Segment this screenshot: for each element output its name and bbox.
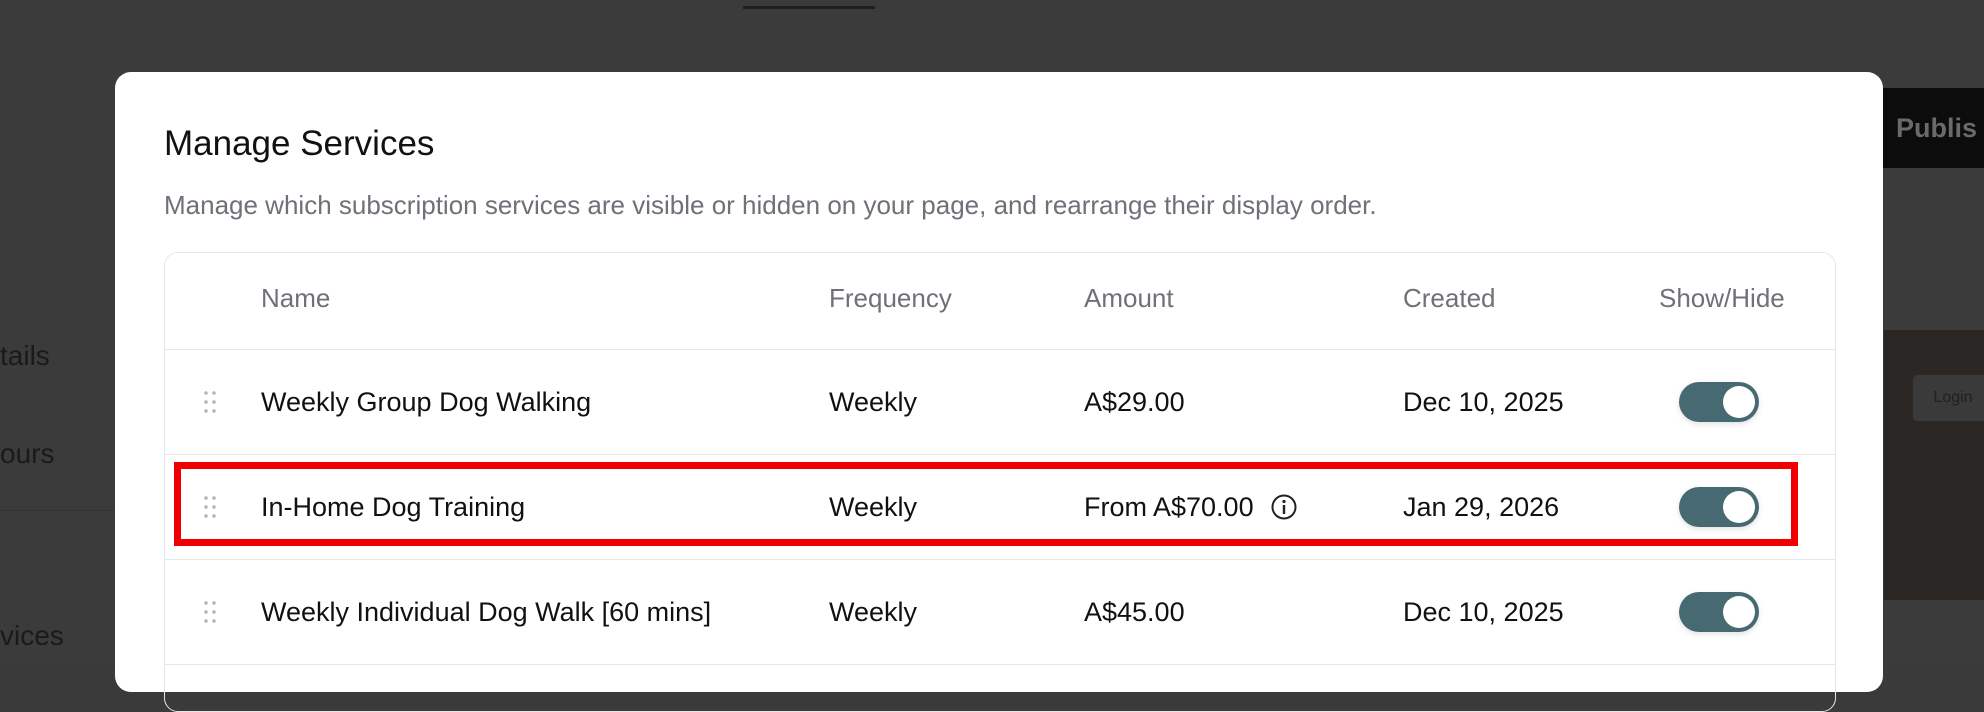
- visibility-toggle[interactable]: [1679, 382, 1759, 422]
- service-created: Dec 10, 2025: [1403, 596, 1564, 627]
- visibility-toggle[interactable]: [1679, 592, 1759, 632]
- table-header: Name Frequency Amount Created Show/Hide: [165, 253, 1835, 350]
- service-created: Jan 29, 2026: [1403, 491, 1560, 522]
- service-amount-cell: From A$70.00: [1084, 455, 1298, 559]
- sidebar-divider: [0, 510, 115, 511]
- service-amount: From A$70.00: [1084, 491, 1254, 522]
- service-frequency: Weekly: [829, 596, 918, 627]
- drag-handle-icon[interactable]: [203, 390, 217, 414]
- info-icon[interactable]: [1270, 493, 1298, 521]
- login-button[interactable]: Login: [1912, 374, 1984, 422]
- column-header-name[interactable]: Name: [261, 283, 330, 314]
- drag-handle-icon[interactable]: [203, 600, 217, 624]
- service-frequency: Weekly: [829, 386, 918, 417]
- visibility-toggle[interactable]: [1679, 487, 1759, 527]
- table-row: In-Home Dog Training Weekly From A$70.00…: [165, 455, 1835, 560]
- table-row: Weekly Group Dog Walking Weekly A$29.00 …: [165, 350, 1835, 455]
- drag-handle-icon[interactable]: [203, 495, 217, 519]
- service-amount: A$45.00: [1084, 596, 1185, 627]
- toggle-knob: [1723, 491, 1755, 523]
- active-tab-indicator: [743, 6, 875, 9]
- service-name: In-Home Dog Training: [261, 491, 526, 522]
- toggle-knob: [1723, 386, 1755, 418]
- service-name: Weekly Group Dog Walking: [261, 386, 592, 417]
- service-name: Weekly Individual Dog Walk [60 mins]: [261, 596, 712, 627]
- column-header-created[interactable]: Created: [1403, 283, 1496, 314]
- publish-label: Publis: [1896, 112, 1978, 143]
- service-created: Dec 10, 2025: [1403, 386, 1564, 417]
- service-frequency: Weekly: [829, 491, 918, 522]
- sidebar-item-services[interactable]: vices: [0, 620, 64, 652]
- sidebar-item-hours[interactable]: ours: [0, 438, 54, 470]
- manage-services-modal: Manage Services Manage which subscriptio…: [115, 72, 1883, 712]
- modal-title: Manage Services: [164, 124, 435, 163]
- sidebar-item-details[interactable]: tails: [0, 340, 50, 372]
- service-amount: A$29.00: [1084, 386, 1185, 417]
- toggle-knob: [1723, 596, 1755, 628]
- column-header-show-hide: Show/Hide: [1659, 283, 1785, 313]
- modal-description: Manage which subscription services are v…: [164, 190, 1377, 220]
- table-row: Weekly Individual Dog Walk [60 mins] Wee…: [165, 560, 1835, 665]
- preview-image: [1884, 330, 1984, 600]
- column-header-frequency[interactable]: Frequency: [829, 283, 952, 314]
- services-table: Name Frequency Amount Created Show/Hide …: [164, 252, 1836, 712]
- column-header-amount[interactable]: Amount: [1084, 283, 1174, 314]
